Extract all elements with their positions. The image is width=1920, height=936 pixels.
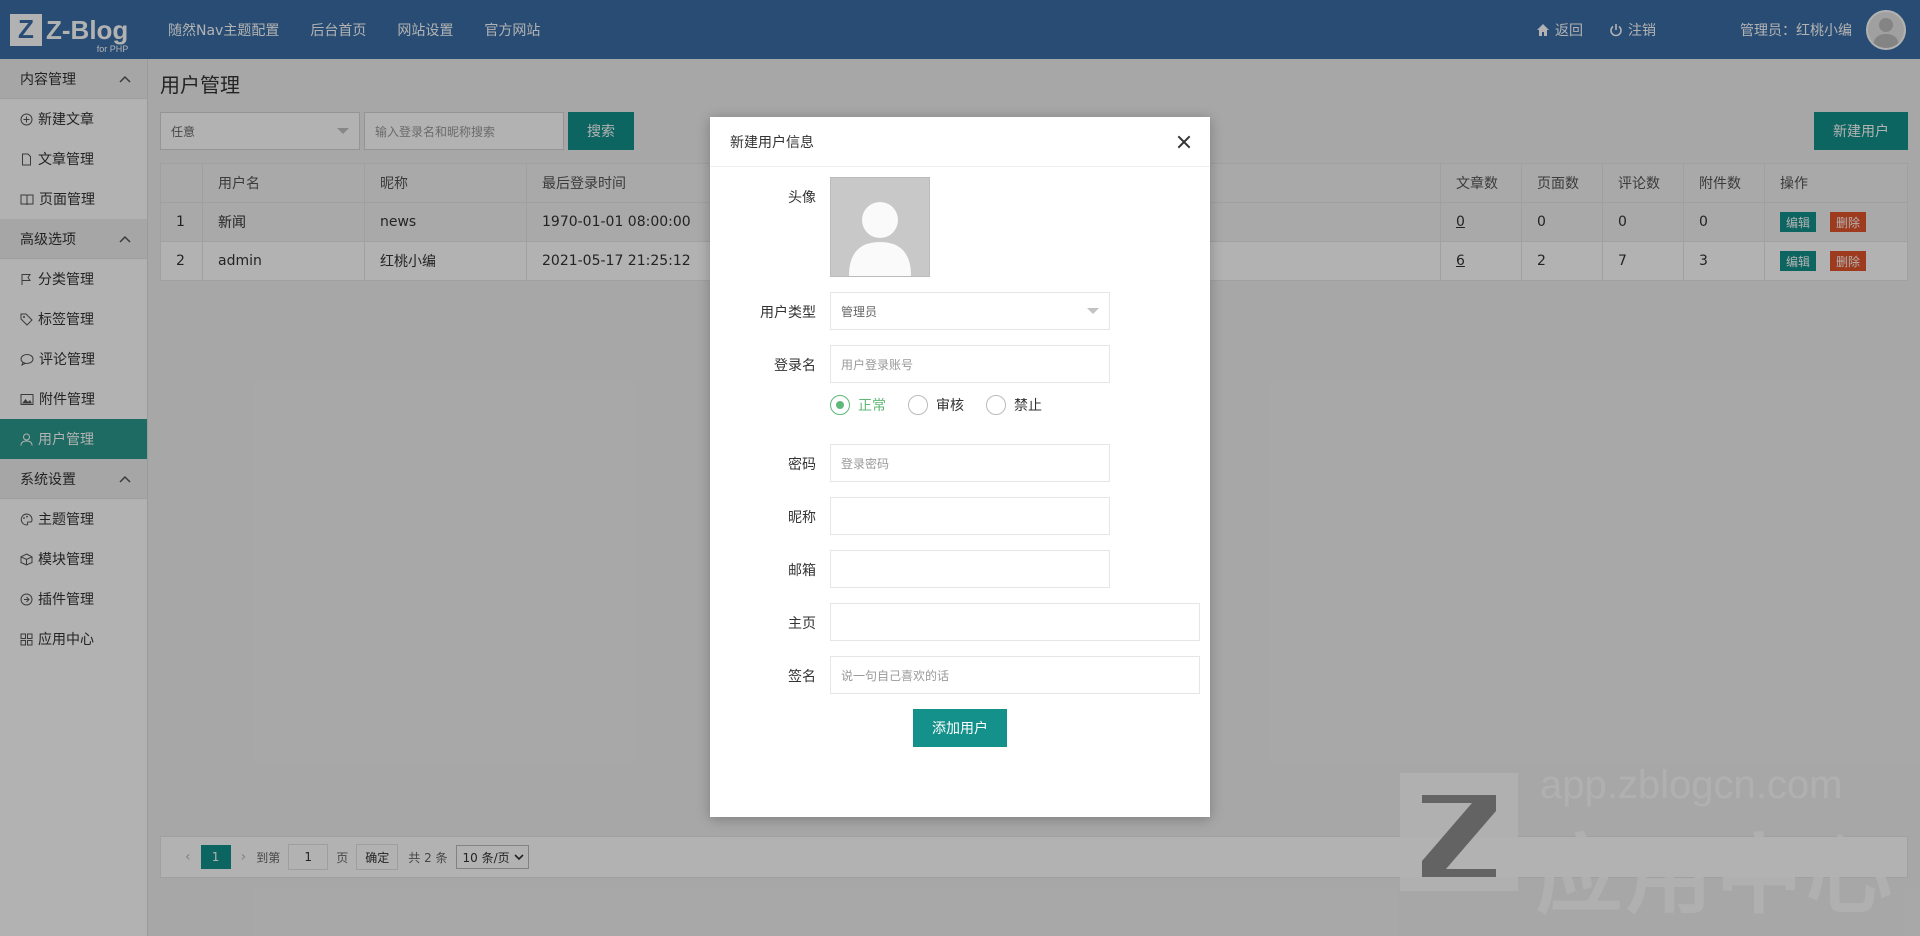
- nickname-label: 昵称: [788, 510, 816, 526]
- status-radio-review[interactable]: 审核: [908, 395, 964, 415]
- new-user-dialog: 新建用户信息 头像 用户类型 管理员 登录名 用户登录账号 正常 审核 禁止 密…: [710, 117, 1210, 817]
- email-label: 邮箱: [788, 563, 816, 579]
- avatar-upload[interactable]: [830, 177, 930, 277]
- login-name-input[interactable]: 用户登录账号: [830, 345, 1110, 383]
- caret-down-icon: [1087, 308, 1099, 314]
- signature-label: 签名: [788, 669, 816, 685]
- homepage-label: 主页: [788, 616, 816, 632]
- nickname-input[interactable]: [830, 497, 1110, 535]
- default-avatar-icon: [849, 202, 911, 276]
- user-type-select[interactable]: 管理员: [830, 292, 1110, 330]
- status-radio-banned[interactable]: 禁止: [986, 395, 1042, 415]
- password-input[interactable]: 登录密码: [830, 444, 1110, 482]
- user-type-label: 用户类型: [760, 305, 816, 321]
- homepage-input[interactable]: [830, 603, 1200, 641]
- email-input[interactable]: [830, 550, 1110, 588]
- add-user-button[interactable]: 添加用户: [913, 709, 1007, 747]
- password-label: 密码: [788, 457, 816, 473]
- status-radio-normal[interactable]: 正常: [830, 395, 886, 415]
- dialog-title: 新建用户信息: [730, 134, 814, 151]
- close-icon[interactable]: [1174, 132, 1194, 152]
- login-name-label: 登录名: [774, 358, 816, 374]
- signature-input[interactable]: 说一句自己喜欢的话: [830, 656, 1200, 694]
- status-radio-group: 正常 审核 禁止: [830, 395, 1064, 415]
- avatar-label: 头像: [788, 190, 816, 206]
